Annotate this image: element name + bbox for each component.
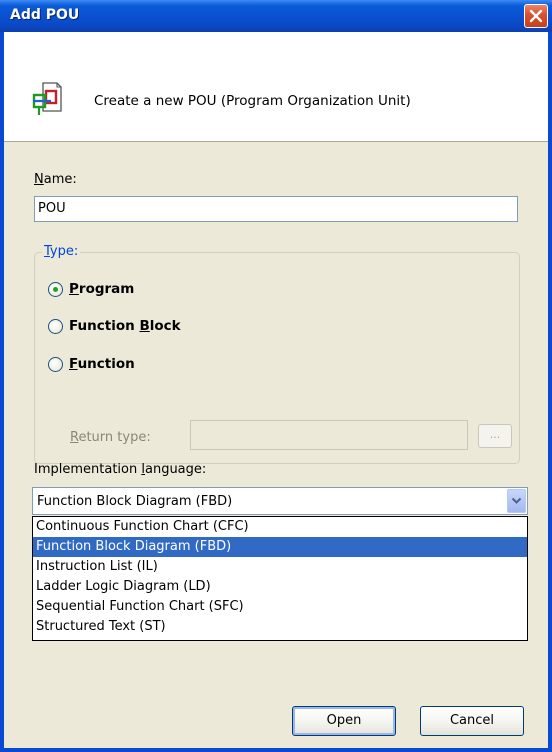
close-icon xyxy=(529,9,543,23)
window-title: Add POU xyxy=(10,7,80,23)
implementation-language-dropdown: Continuous Function Chart (CFC) Function… xyxy=(32,516,528,641)
dropdown-option-fbd[interactable]: Function Block Diagram (FBD) xyxy=(33,537,527,557)
return-type-input xyxy=(190,420,468,450)
dropdown-option-cfc[interactable]: Continuous Function Chart (CFC) xyxy=(33,517,527,537)
dropdown-option-sfc[interactable]: Sequential Function Chart (SFC) xyxy=(33,597,527,617)
radio-function-block-label-accel: B xyxy=(139,318,150,334)
dialog-description: Create a new POU (Program Organization U… xyxy=(94,93,411,109)
radio-function-block-label-pre: Function xyxy=(69,318,140,334)
dialog-body: Create a new POU (Program Organization U… xyxy=(4,32,548,748)
return-type-label-rest: eturn type: xyxy=(78,430,151,445)
combobox-dropdown-button[interactable] xyxy=(507,489,526,513)
radio-function-block-label-post: lock xyxy=(149,318,181,334)
dropdown-option-st[interactable]: Structured Text (ST) xyxy=(33,617,527,637)
pou-document-icon xyxy=(32,82,62,115)
radio-function-block-circle[interactable] xyxy=(48,318,63,334)
radio-program-label-accel: P xyxy=(69,281,79,297)
open-button[interactable]: Open xyxy=(292,706,396,736)
dropdown-option-il[interactable]: Instruction List (IL) xyxy=(33,557,527,577)
radio-function-circle[interactable] xyxy=(48,356,63,372)
return-type-label: Return type: xyxy=(70,430,151,445)
close-button[interactable] xyxy=(524,4,548,28)
cancel-button[interactable]: Cancel xyxy=(420,706,524,736)
radio-program-label-post: rogram xyxy=(78,281,135,297)
implementation-label-post: anguage: xyxy=(144,462,207,477)
radio-function[interactable]: Function xyxy=(48,356,135,372)
return-type-browse-button: ... xyxy=(478,424,512,448)
title-bar[interactable]: Add POU xyxy=(0,0,552,32)
header-band: Create a new POU (Program Organization U… xyxy=(4,32,548,142)
type-legend-rest: ype: xyxy=(49,244,79,259)
radio-program[interactable]: Program xyxy=(48,281,134,297)
add-pou-dialog: Add POU Create a new POU (Program Organi… xyxy=(0,0,552,752)
combobox-selected-value: Function Block Diagram (FBD) xyxy=(37,494,233,509)
name-label: Name: xyxy=(34,172,77,187)
radio-function-label: Function xyxy=(69,356,135,372)
radio-program-circle[interactable] xyxy=(48,281,63,297)
implementation-language-label: Implementation language: xyxy=(34,462,206,477)
radio-function-block[interactable]: Function Block xyxy=(48,318,181,334)
radio-function-label-accel: F xyxy=(69,356,78,372)
name-label-accel: N xyxy=(34,172,44,187)
implementation-language-combobox[interactable]: Function Block Diagram (FBD) xyxy=(32,487,528,515)
radio-program-label: Program xyxy=(69,281,134,297)
radio-function-block-label: Function Block xyxy=(69,318,181,334)
dropdown-option-ld[interactable]: Ladder Logic Diagram (LD) xyxy=(33,577,527,597)
radio-function-label-post: unction xyxy=(77,356,135,372)
type-legend: Type: xyxy=(42,244,81,259)
implementation-label-pre: Implementation xyxy=(34,462,142,477)
name-label-rest: ame: xyxy=(43,172,77,187)
name-input[interactable]: POU xyxy=(34,196,518,222)
chevron-down-icon xyxy=(511,497,522,504)
